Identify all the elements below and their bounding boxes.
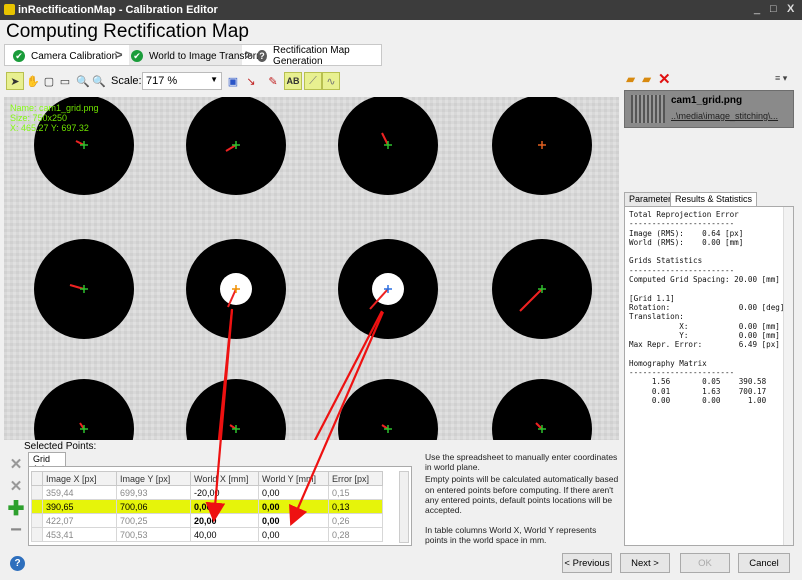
table-row[interactable]: 422,07 700,25 20,00 0,00 0,26 bbox=[31, 513, 383, 528]
ab-label-button[interactable]: AB bbox=[284, 72, 302, 90]
column-header[interactable]: Image Y [px] bbox=[116, 471, 191, 486]
help-icon[interactable]: ? bbox=[10, 556, 25, 571]
selected-points-label: Selected Points: bbox=[24, 441, 97, 452]
cancel-button[interactable]: Cancel bbox=[738, 553, 790, 573]
file-thumbnail bbox=[631, 95, 665, 123]
check-icon: ✔ bbox=[131, 50, 143, 62]
table-cell[interactable]: 0,28 bbox=[328, 527, 383, 542]
minimize-button[interactable]: _ bbox=[754, 3, 760, 15]
close-button[interactable]: X bbox=[787, 3, 794, 15]
grid-view-icon[interactable]: ▣ bbox=[224, 72, 242, 90]
step-rectification-map[interactable]: ? Rectification Map Generation bbox=[257, 45, 381, 67]
table-cell[interactable]: 453,41 bbox=[42, 527, 117, 542]
table-cell[interactable]: 20,00 bbox=[190, 513, 259, 528]
calibration-image bbox=[4, 97, 619, 440]
scrollbar[interactable] bbox=[783, 207, 793, 545]
file-path[interactable]: ..\media\image_stitching\... bbox=[671, 111, 778, 121]
column-header[interactable]: Error [px] bbox=[328, 471, 383, 486]
chevron-down-icon: ▼ bbox=[210, 75, 218, 84]
statistics-text: Total Reprojection Error ---------------… bbox=[629, 210, 785, 405]
table-row[interactable]: 453,41 700,53 40,00 0,00 0,28 bbox=[31, 527, 383, 542]
zoom-out-icon[interactable]: 🔍 bbox=[90, 72, 108, 90]
table-scrollbar[interactable] bbox=[399, 471, 409, 543]
help-paragraph: Empty points will be calculated automati… bbox=[425, 474, 619, 516]
remove-row-icon[interactable]: − bbox=[7, 519, 25, 541]
image-info-overlay: Name: cam1_grid.png Size: 750x250 X: 465… bbox=[10, 103, 99, 133]
table-cell[interactable]: 390,65 bbox=[42, 499, 117, 514]
chevron-right-icon: > bbox=[115, 47, 123, 62]
ok-button[interactable]: OK bbox=[680, 553, 730, 573]
column-header[interactable]: World Y [mm] bbox=[258, 471, 329, 486]
table-header: Image X [px] Image Y [px] World X [mm] W… bbox=[31, 471, 383, 486]
help-paragraph: In table columns World X, World Y repres… bbox=[425, 525, 597, 546]
table-cell[interactable]: 0,13 bbox=[328, 499, 383, 514]
image-toolbar: ➤ ✋ ▢ ▭ 🔍 🔍 Scale: 717 % ▼ ▣ ↘ ✎ AB ⟋ ∿ bbox=[6, 70, 616, 94]
table-cell[interactable]: 0,00 bbox=[190, 499, 259, 514]
delete-icon[interactable]: ✕ bbox=[658, 70, 671, 88]
points-table: Image X [px] Image Y [px] World X [mm] W… bbox=[28, 466, 412, 546]
remove-grid-icon[interactable]: ✕ bbox=[7, 455, 25, 473]
table-row[interactable]: 359,44 699,93 -20,00 0,00 0,15 bbox=[31, 485, 383, 500]
table-cell[interactable]: 700,53 bbox=[116, 527, 191, 542]
image-canvas[interactable]: Name: cam1_grid.png Size: 750x250 X: 465… bbox=[4, 97, 619, 440]
table-cell[interactable]: 422,07 bbox=[42, 513, 117, 528]
arrow-overlay-icon[interactable]: ↘ bbox=[242, 72, 260, 90]
step-camera-calibration[interactable]: ✔ Camera Calibration bbox=[13, 48, 117, 64]
table-cell[interactable]: 700,06 bbox=[116, 499, 191, 514]
file-list-item[interactable]: cam1_grid.png ..\media\image_stitching\.… bbox=[624, 90, 794, 128]
scale-value: 717 % bbox=[146, 75, 178, 87]
column-header[interactable]: Image X [px] bbox=[42, 471, 117, 486]
table-cell[interactable]: 0,00 bbox=[258, 527, 329, 542]
line-tool-icon[interactable]: ⟋ bbox=[304, 72, 322, 90]
maximize-button[interactable]: □ bbox=[770, 3, 777, 15]
curve-tool-icon[interactable]: ∿ bbox=[322, 72, 340, 90]
check-icon: ✔ bbox=[13, 50, 25, 62]
next-button[interactable]: Next > bbox=[620, 553, 670, 573]
table-row-selected[interactable]: 390,65 700,06 0,00 0,00 0,13 bbox=[31, 499, 383, 514]
help-paragraph: Use the spreadsheet to manually enter co… bbox=[425, 452, 618, 473]
statistics-panel: Total Reprojection Error ---------------… bbox=[624, 206, 794, 546]
step-breadcrumb: ✔ Camera Calibration > ✔ World to Image … bbox=[4, 44, 382, 67]
table-cell[interactable]: 700,25 bbox=[116, 513, 191, 528]
table-cell[interactable]: -20,00 bbox=[190, 485, 259, 500]
help-text: Use the spreadsheet to manually enter co… bbox=[425, 452, 620, 556]
page-title: Computing Rectification Map bbox=[6, 21, 249, 42]
scale-label: Scale: bbox=[111, 75, 142, 87]
view-menu-icon[interactable]: ≡ ▾ bbox=[775, 73, 787, 84]
window-title: inRectificationMap - Calibration Editor bbox=[18, 4, 218, 16]
image-name-text: Name: cam1_grid.png bbox=[10, 103, 99, 113]
table-cell[interactable]: 0,15 bbox=[328, 485, 383, 500]
cursor-coords-text: X: 465.27 Y: 697.32 bbox=[10, 123, 89, 133]
tab-results-statistics[interactable]: Results & Statistics bbox=[670, 192, 758, 206]
draw-tool-icon[interactable]: ✎ bbox=[264, 72, 282, 90]
table-cell[interactable]: 0,26 bbox=[328, 513, 383, 528]
add-row-icon[interactable]: ✚ bbox=[7, 498, 25, 520]
folder-add-icon[interactable]: ▰ bbox=[642, 72, 651, 86]
right-panel: ▰ ▰ ✕ ≡ ▾ cam1_grid.png ..\media\image_s… bbox=[622, 70, 797, 548]
file-name: cam1_grid.png bbox=[671, 95, 743, 106]
pointer-tool-button[interactable]: ➤ bbox=[6, 72, 24, 90]
clear-icon[interactable]: ✕ bbox=[7, 477, 25, 495]
tab-grid[interactable]: Grid 1.1 bbox=[28, 452, 66, 474]
previous-button[interactable]: < Previous bbox=[562, 553, 612, 573]
question-icon: ? bbox=[257, 50, 268, 62]
image-size-text: Size: 750x250 bbox=[10, 113, 68, 123]
table-cell[interactable]: 40,00 bbox=[190, 527, 259, 542]
scale-select[interactable]: 717 % ▼ bbox=[142, 72, 222, 90]
table-cell[interactable]: 359,44 bbox=[42, 485, 117, 500]
title-bar: inRectificationMap - Calibration Editor … bbox=[0, 0, 802, 20]
step-label: Camera Calibration bbox=[31, 50, 118, 62]
app-icon bbox=[4, 4, 15, 15]
rectangle-icon[interactable]: ▭ bbox=[56, 72, 74, 90]
folder-open-icon[interactable]: ▰ bbox=[626, 72, 635, 86]
file-toolbar: ▰ ▰ ✕ ≡ ▾ bbox=[622, 70, 797, 90]
column-header[interactable]: World X [mm] bbox=[190, 471, 259, 486]
step-label: Rectification Map Generation bbox=[273, 45, 350, 67]
table-cell[interactable]: 0,00 bbox=[258, 485, 329, 500]
table-cell[interactable]: 0,00 bbox=[258, 513, 329, 528]
table-cell[interactable]: 0,00 bbox=[258, 499, 329, 514]
chevron-right-icon: > bbox=[245, 47, 253, 62]
table-cell[interactable]: 699,93 bbox=[116, 485, 191, 500]
